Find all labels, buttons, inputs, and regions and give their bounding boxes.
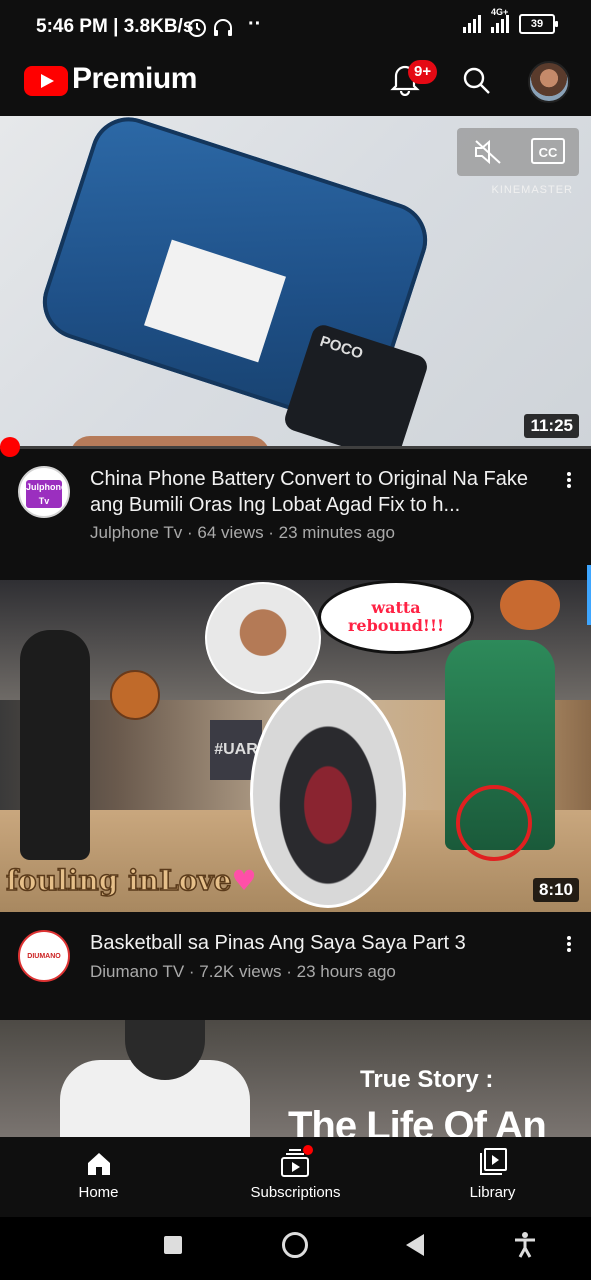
thumb-caption: fouling inLove♥ xyxy=(5,863,257,898)
banner-sign-text: #UAR xyxy=(214,741,258,758)
clock-text: 5:46 PM xyxy=(36,16,108,37)
video-title[interactable]: China Phone Battery Convert to Original … xyxy=(90,466,540,518)
player-closeup-image xyxy=(250,680,406,908)
basketball-image xyxy=(110,670,160,720)
player-image xyxy=(20,630,90,860)
thumb-caption-text: fouling inLove xyxy=(5,863,232,898)
recents-icon[interactable] xyxy=(164,1236,182,1254)
reaction-face-image xyxy=(205,582,321,694)
more-notifications-icon: ·· xyxy=(248,13,262,35)
system-navigation-bar xyxy=(0,1217,591,1280)
channel-name: Diumano TV xyxy=(90,962,185,981)
thumb-brand-text: POCO xyxy=(317,332,365,363)
channel-name: Julphone Tv xyxy=(90,523,183,542)
youtube-logo-icon[interactable] xyxy=(24,66,68,96)
nav-library-label: Library xyxy=(469,1184,516,1201)
nav-home[interactable]: Home xyxy=(0,1137,197,1217)
status-right: 4G+ 39 xyxy=(463,7,558,34)
channel-avatar-text: Julphone Tv xyxy=(26,480,66,508)
speech-bubble-text: watta rebound!!! xyxy=(348,598,444,635)
app-header: Premium 9+ xyxy=(0,54,591,116)
video-thumbnail[interactable]: True Story : The Life Of An xyxy=(0,1020,591,1137)
bottom-navigation: Home Subscriptions Library xyxy=(0,1137,591,1217)
progress-scrubber[interactable] xyxy=(0,437,20,457)
new-content-dot xyxy=(303,1145,313,1155)
heart-icon: ♥ xyxy=(231,864,257,897)
network-type: 4G+ xyxy=(491,7,509,17)
nav-library[interactable]: Library xyxy=(394,1137,591,1217)
speech-bubble: watta rebound!!! xyxy=(318,580,474,654)
video-thumbnail[interactable]: watta rebound!!! #UAR fouling inLove♥ 8:… xyxy=(0,580,591,912)
accessibility-icon[interactable] xyxy=(512,1231,538,1264)
headphones-icon xyxy=(212,16,234,43)
mute-icon[interactable] xyxy=(473,138,503,171)
nav-subscriptions[interactable]: Subscriptions xyxy=(197,1137,394,1217)
upload-age: 23 minutes ago xyxy=(278,523,395,542)
thumb-title-line-2: The Life Of An xyxy=(288,1104,547,1137)
battery-icon: 39 xyxy=(519,14,558,34)
view-count: 64 views xyxy=(197,523,264,542)
more-options-icon[interactable] xyxy=(566,934,572,956)
video-thumbnail[interactable]: POCO CC KINEMASTER 11:25 xyxy=(0,116,591,446)
status-time: 5:46 PM | 3.8KB/s xyxy=(36,16,194,37)
signal-icon xyxy=(463,15,481,33)
video-title[interactable]: Basketball sa Pinas Ang Saya Saya Part 3 xyxy=(90,930,540,956)
search-icon[interactable] xyxy=(462,66,492,96)
thumb-title-line-1: True Story : xyxy=(360,1066,494,1093)
video-duration: 8:10 xyxy=(532,878,579,902)
more-options-icon[interactable] xyxy=(566,470,572,492)
channel-avatar[interactable]: DIUMANO xyxy=(18,930,70,982)
captions-icon[interactable]: CC xyxy=(531,138,565,164)
highlight-circle xyxy=(456,785,532,861)
back-icon[interactable] xyxy=(406,1234,424,1256)
notification-badge: 9+ xyxy=(408,60,438,84)
signal-4g-icon: 4G+ xyxy=(491,7,509,33)
alarm-icon xyxy=(186,16,208,43)
player-controls: CC xyxy=(457,128,579,176)
nav-home-label: Home xyxy=(78,1184,119,1201)
nav-subscriptions-label: Subscriptions xyxy=(250,1184,341,1201)
upload-age: 23 hours ago xyxy=(296,962,396,981)
watermark-text: KINEMASTER xyxy=(491,184,573,196)
video-duration: 11:25 xyxy=(524,414,579,438)
scrollbar[interactable] xyxy=(587,565,591,625)
home-button-icon[interactable] xyxy=(282,1232,308,1258)
channel-avatar[interactable]: Julphone Tv xyxy=(18,466,70,518)
network-speed: 3.8KB/s xyxy=(123,16,194,37)
channel-avatar-text: DIUMANO xyxy=(27,952,61,960)
video-metadata: Diumano TV · 7.2K views · 23 hours ago xyxy=(90,962,396,981)
home-icon xyxy=(85,1150,113,1183)
view-count: 7.2K views xyxy=(199,962,282,981)
playback-progress[interactable] xyxy=(0,446,591,449)
status-bar: 5:46 PM | 3.8KB/s ·· 4G+ 39 xyxy=(0,0,591,54)
brand-title: Premium xyxy=(72,62,197,95)
account-avatar[interactable] xyxy=(528,61,570,103)
hand-image xyxy=(70,436,270,446)
video-metadata: Julphone Tv · 64 views · 23 minutes ago xyxy=(90,523,395,542)
basketball-image-2 xyxy=(500,580,560,630)
library-icon xyxy=(478,1147,508,1182)
